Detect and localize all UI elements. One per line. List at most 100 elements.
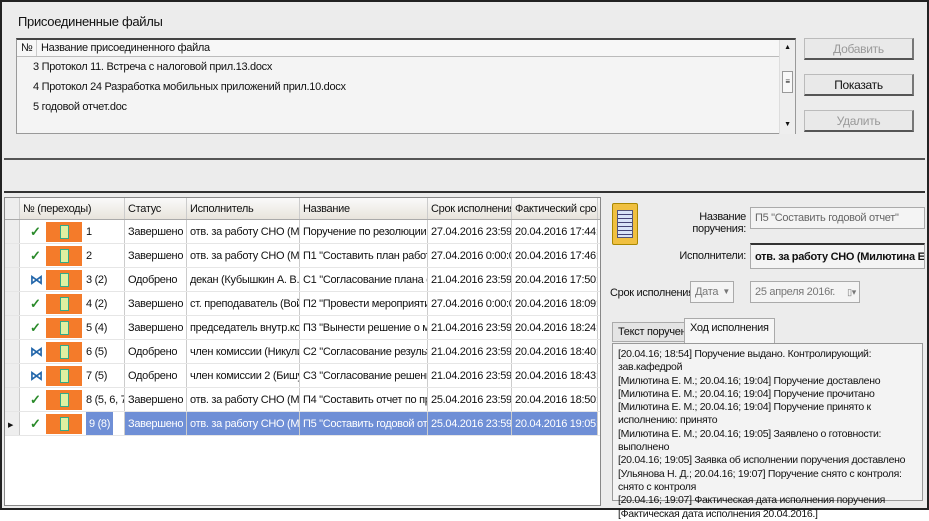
log-entry: [Милютина Е. М.; 20.04.16; 19:04] Поруче… [618, 387, 875, 400]
table-row[interactable]: ✓2Завершеноотв. за работу СНО (Мило...П1… [5, 244, 600, 268]
col-status[interactable]: Статус [125, 198, 187, 219]
table-row[interactable]: ✓1Завершеноотв. за работу СНО (Мило...По… [5, 220, 600, 244]
show-button[interactable]: Показать [804, 74, 914, 96]
col-deadline[interactable]: Срок исполнения [428, 198, 512, 219]
table-row[interactable]: ✓ 8 (5, 6, 7)Завершеноотв. за работу СНО … [5, 388, 600, 412]
details-panel: Название поручения: П5 "Составить годово… [604, 197, 925, 520]
row-executor: отв. за работу СНО (Мило... [187, 412, 300, 435]
file-num: 5 [33, 101, 39, 113]
table-row[interactable]: ⋈ 6 (5) Одобреночлен комиссии (Никулин В..… [5, 340, 600, 364]
file-row[interactable]: 5 годовой отчет.doc [17, 97, 795, 117]
row-number: 8 (5, 6, 7) [86, 394, 124, 406]
file-name: Протокол 24 Разработка мобильных приложе… [41, 81, 346, 93]
row-executor: ст. преподаватель (Войто... [187, 292, 300, 315]
row-number: 2 [86, 250, 92, 262]
document-icon [46, 366, 82, 387]
row-number-cell: ✓ 4 (2) [20, 292, 125, 315]
col-actual[interactable]: Фактический срок... [512, 198, 598, 219]
row-deadline: 27.04.2016 0:00:00 [428, 244, 512, 267]
row-number: 6 (5) [86, 346, 108, 358]
executors-label: Исполнители: [679, 250, 746, 262]
table-row[interactable]: ⋈ 3 (2) Одобрено декан (Кубышкин А. В.) С1 "… [5, 268, 600, 292]
col-executor[interactable]: Исполнитель [187, 198, 300, 219]
task-done-icon: ✓ [30, 224, 41, 240]
calendar-icon[interactable]: ▯▾ [847, 282, 856, 302]
task-name-field[interactable]: П5 "Составить годовой отчет" [750, 207, 925, 229]
row-status: Завершено [125, 220, 187, 243]
scroll-up-icon[interactable]: ▲ [780, 44, 795, 51]
file-num: 3 [33, 61, 39, 73]
progress-log[interactable]: [20.04.16; 18:54] Поручение выдано. Конт… [612, 343, 923, 520]
table-row[interactable]: ⋈ 7 (5) Одобреночлен комиссии 2 (Бишутин..… [5, 364, 600, 388]
row-status: Завершено [125, 388, 187, 411]
add-button[interactable]: Добавить [804, 38, 914, 60]
row-executor: отв. за работу СНО (Мило... [187, 244, 300, 267]
row-number: 7 (5) [86, 370, 108, 382]
table-row[interactable]: ✓ 5 (4) Завершенопредседатель внутр.коми..… [5, 316, 600, 340]
row-indicator [5, 364, 20, 387]
file-row[interactable]: 3 Протокол 11. Встреча с налоговой прил.… [17, 57, 795, 77]
deadline-date-field[interactable]: 25 апреля 2016г. ▯▾ [750, 281, 860, 303]
row-status: Завершено [125, 412, 187, 435]
document-icon [46, 390, 82, 411]
log-entry: [Милютина Е. М.; 20.04.16; 19:04] Поруче… [618, 374, 881, 387]
attachments-title: Присоединенные файлы [18, 14, 163, 29]
row-indicator [5, 292, 20, 315]
table-row[interactable]: ▶ ✓ 9 (8) Завершеноотв. за работу СНО (Мило… [5, 412, 600, 436]
task-done-icon: ✓ [30, 392, 41, 408]
row-deadline: 27.04.2016 23:59:59 [428, 220, 512, 243]
scroll-thumb[interactable]: ≡ [782, 71, 793, 93]
log-entry: [Милютина Е. М.; 20.04.16; 19:04] Поруче… [618, 401, 871, 427]
col-number[interactable]: № (переходы) [20, 198, 125, 219]
scroll-down-icon[interactable]: ▼ [780, 121, 795, 128]
row-deadline: 25.04.2016 23:59:59 [428, 388, 512, 411]
attachments-list[interactable]: № Название присоединенного файла 3 Прото… [16, 38, 796, 134]
approval-icon: ⋈ [30, 272, 43, 288]
row-title: С3 "Согласование решения" [300, 364, 428, 387]
col-name[interactable]: Название присоединенного файла [37, 40, 210, 56]
tab-progress[interactable]: Ход исполнения [684, 318, 775, 343]
row-deadline: 27.04.2016 0:00:00 [428, 292, 512, 315]
deadline-type-value: Дата [695, 286, 719, 298]
row-title: П1 "Составить план работы С... [300, 244, 428, 267]
row-status: Завершено [125, 316, 187, 339]
row-number-cell: ✓ 9 (8) [20, 412, 125, 435]
document-icon [46, 342, 82, 363]
task-done-icon: ✓ [30, 320, 41, 336]
row-deadline: 21.04.2016 23:59:59 [428, 364, 512, 387]
row-title: П3 "Вынести решение о мероп... [300, 316, 428, 339]
table-row[interactable]: ✓ 4 (2) Завершеност. преподаватель (Войто.… [5, 292, 600, 316]
row-executor: член комиссии (Никулин В.... [187, 340, 300, 363]
row-actual: 20.04.2016 18:40:23 [512, 340, 598, 363]
approval-icon: ⋈ [30, 344, 43, 360]
row-number-cell: ✓ 8 (5, 6, 7) [20, 388, 125, 411]
row-status: Одобрено [125, 340, 187, 363]
attachments-scrollbar[interactable]: ▲ ≡ ▼ [779, 40, 795, 134]
file-row[interactable]: 4 Протокол 24 Разработка мобильных прило… [17, 77, 795, 97]
row-status: Одобрено [125, 268, 187, 291]
row-title: П2 "Провести мероприятие" [300, 292, 428, 315]
tasks-grid: № (переходы) Статус Исполнитель Название… [4, 197, 601, 506]
row-status: Одобрено [125, 364, 187, 387]
deadline-type-select[interactable]: Дата ▼ [690, 281, 734, 303]
row-number-cell: ⋈ 7 (5) [20, 364, 125, 387]
log-entry: [20.04.16; 18:54] Поручение выдано. Конт… [618, 348, 872, 374]
log-entry: [Ульянова Н. Д.; 20.04.16; 19:07] Поруче… [618, 467, 902, 493]
approval-icon: ⋈ [30, 368, 43, 384]
row-indicator [5, 244, 20, 267]
document-icon [46, 222, 82, 243]
row-actual: 20.04.2016 17:46:41 [512, 244, 598, 267]
row-indicator [5, 388, 20, 411]
row-deadline: 21.04.2016 23:59:59 [428, 316, 512, 339]
row-indicator [5, 340, 20, 363]
delete-button[interactable]: Удалить [804, 110, 914, 132]
document-icon [46, 246, 82, 267]
row-executor: председатель внутр.коми... [187, 316, 300, 339]
row-number: 3 (2) [86, 274, 108, 286]
row-actual: 20.04.2016 18:24:29 [512, 316, 598, 339]
col-title[interactable]: Название [300, 198, 428, 219]
row-number-cell: ⋈ 6 (5) [20, 340, 125, 363]
row-actual: 20.04.2016 19:05:15 [512, 412, 598, 435]
executors-field[interactable]: отв. за работу СНО (Милютина Е. М.) [750, 243, 925, 269]
col-num[interactable]: № [17, 40, 37, 56]
